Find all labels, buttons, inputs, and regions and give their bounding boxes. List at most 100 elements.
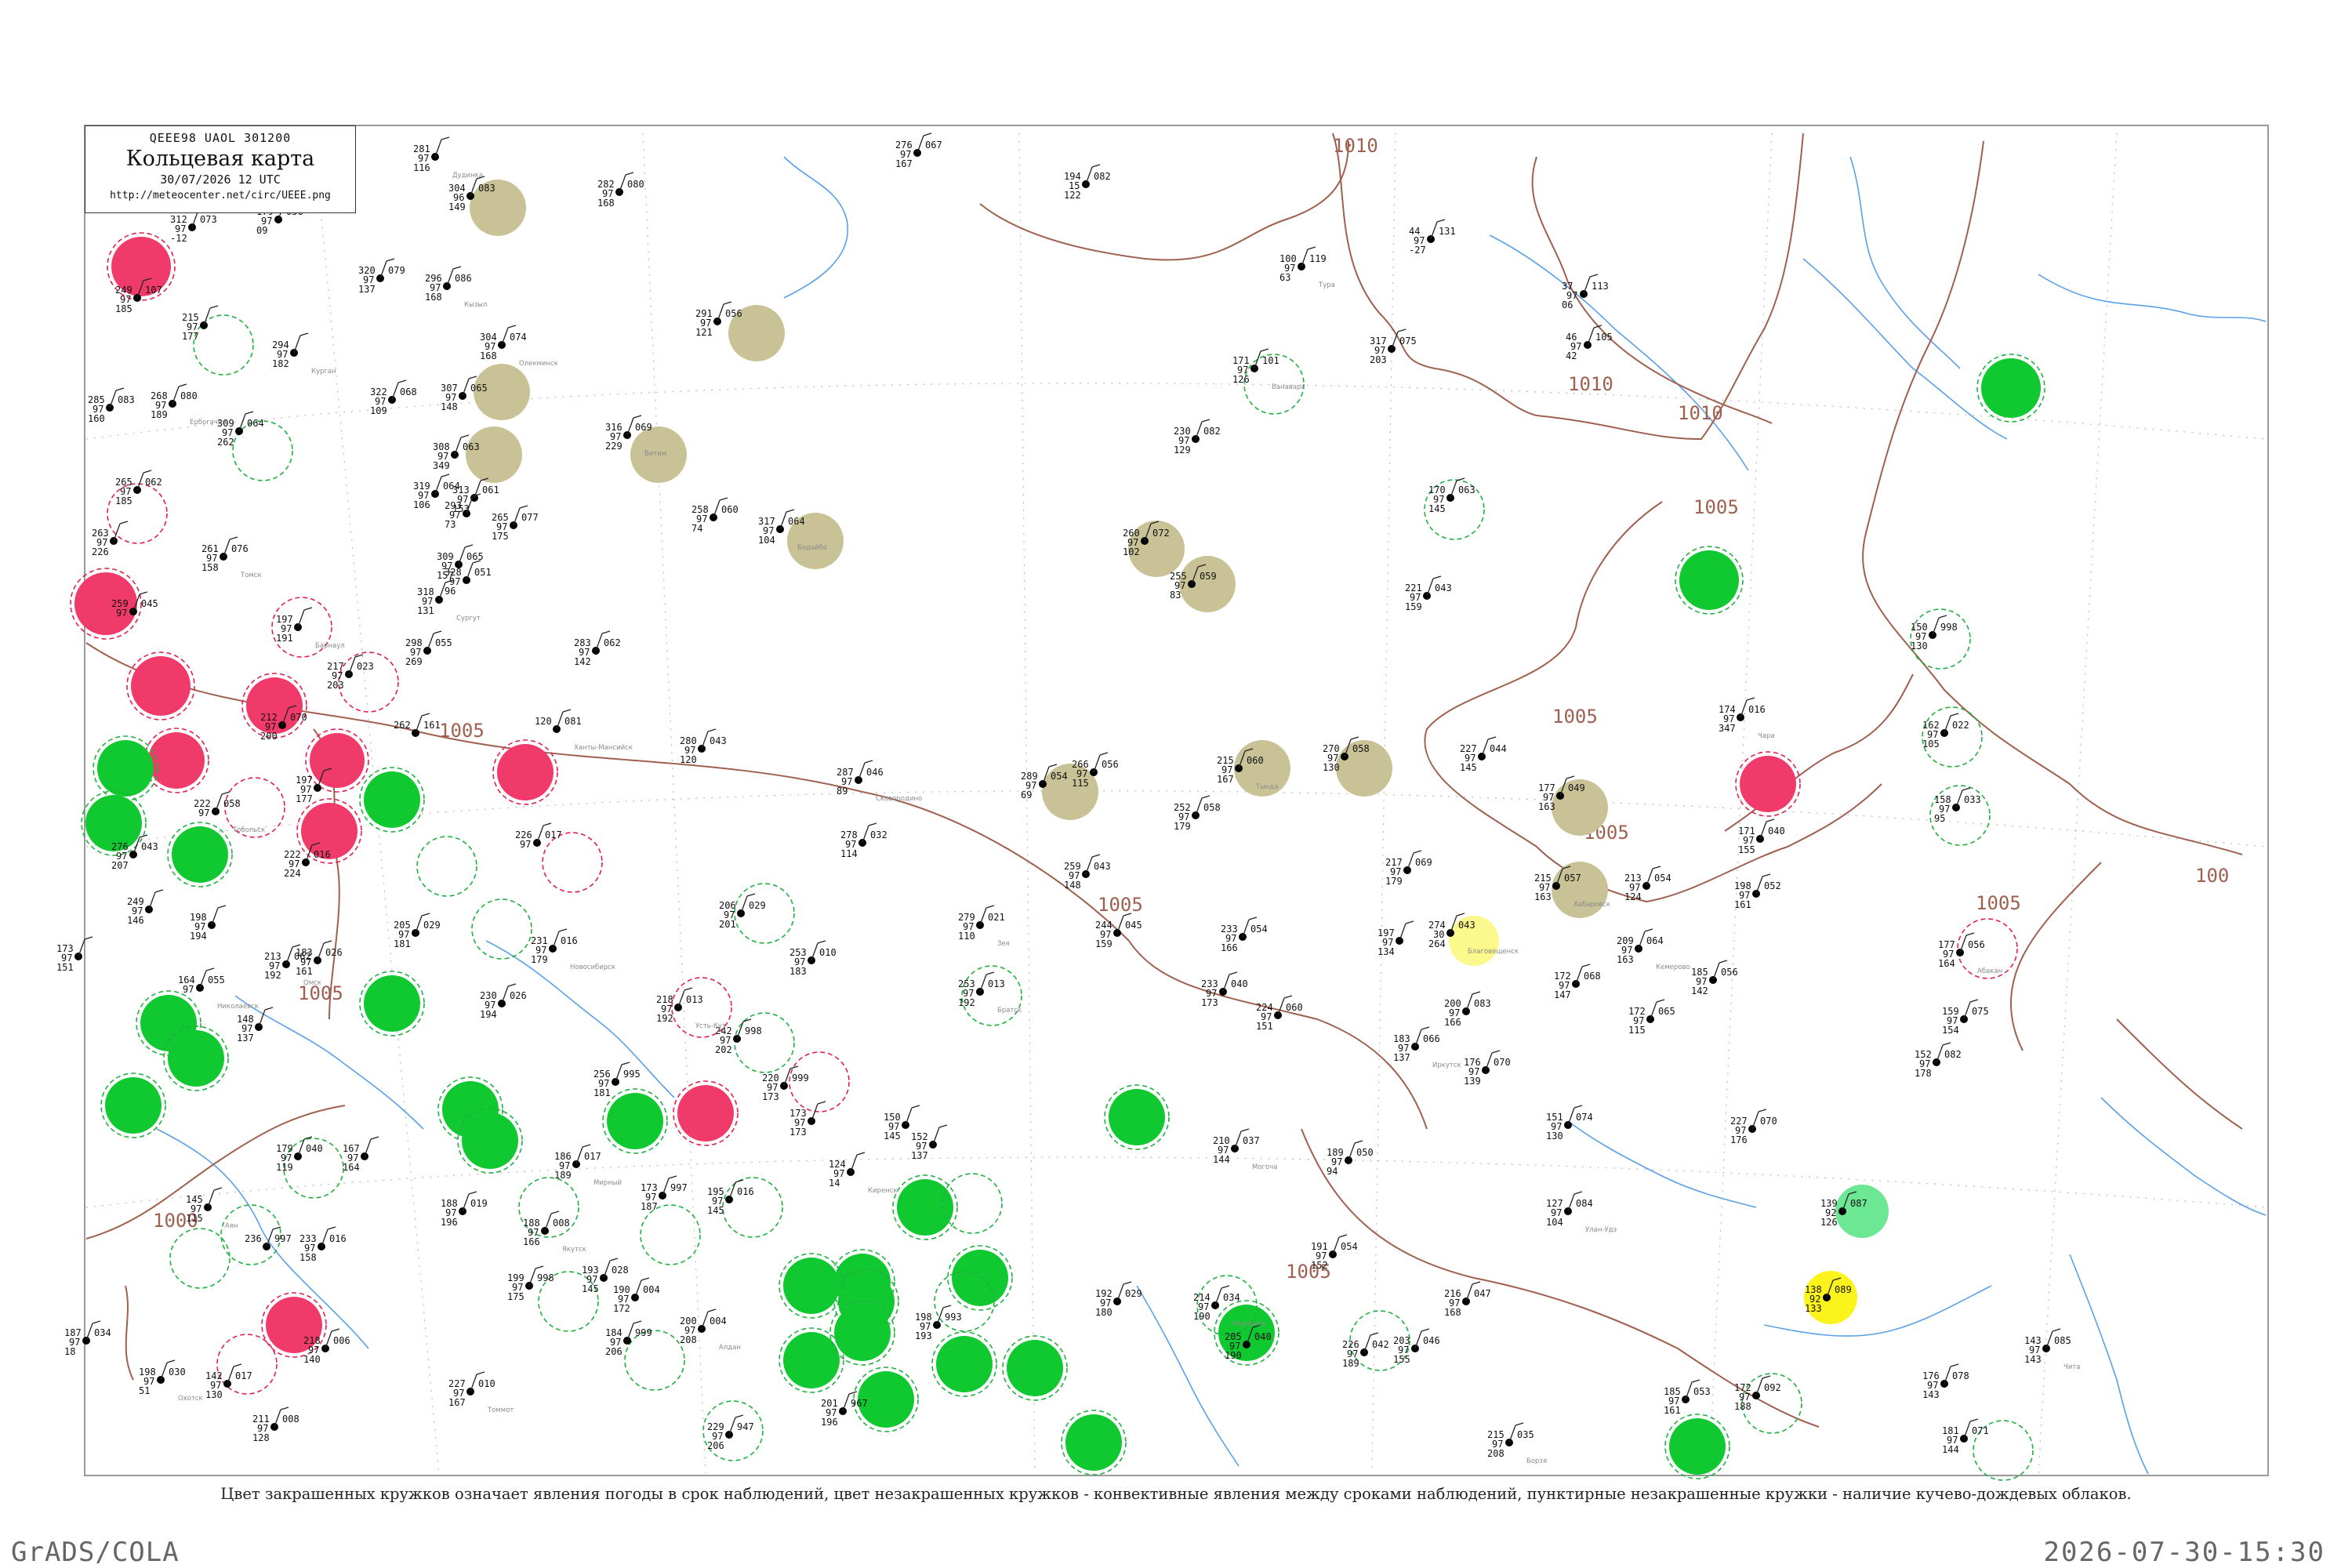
station-dewpoint: 168 xyxy=(425,292,442,303)
station-dewpoint: 175 xyxy=(507,1291,524,1302)
station-name: Витим xyxy=(644,450,666,458)
station-dewpoint: 146 xyxy=(127,915,144,926)
station-pressure: 082 xyxy=(1944,1049,1962,1060)
station-pressure: 087 xyxy=(1850,1198,1867,1209)
station-dewpoint: 179 xyxy=(1174,821,1191,832)
station-pressure: 947 xyxy=(737,1421,754,1432)
station-pressure: 113 xyxy=(1592,281,1609,292)
station-dewpoint: 176 xyxy=(1730,1134,1748,1145)
station-dewpoint: 200 xyxy=(260,731,278,742)
station-name: Охотск xyxy=(178,1395,203,1403)
station-pressure: 066 xyxy=(1423,1033,1440,1044)
station-dewpoint: 161 xyxy=(1664,1405,1681,1416)
station-pressure: 016 xyxy=(561,935,578,946)
station-dewpoint: 269 xyxy=(405,656,423,667)
station-pressure: 052 xyxy=(1764,880,1781,891)
station-dewpoint: 06 xyxy=(1562,299,1573,310)
station-dewpoint: 131 xyxy=(417,605,434,616)
station-dewpoint: 96 xyxy=(445,586,456,597)
station-dewpoint: 144 xyxy=(1942,1444,1959,1455)
station-pressure: 056 xyxy=(1968,939,1985,950)
station-pressure: 997 xyxy=(670,1182,688,1193)
station-dewpoint: 147 xyxy=(1554,989,1571,1000)
station-dewpoint: 151 xyxy=(1256,1021,1273,1032)
station-dewpoint: 226 xyxy=(92,546,109,557)
station-pressure: 069 xyxy=(635,422,652,433)
station-pressure: 075 xyxy=(1399,336,1417,347)
station-dewpoint: 175 xyxy=(492,531,509,542)
station-pressure: 029 xyxy=(423,920,441,931)
station-dewpoint: 188 xyxy=(1734,1401,1751,1412)
station-name: Кызыл xyxy=(464,301,487,309)
station-pressure: 993 xyxy=(945,1312,962,1323)
station-dewpoint: 177 xyxy=(296,793,313,804)
station-name: Чита xyxy=(2063,1363,2081,1371)
station-name: Иркутск xyxy=(1432,1062,1461,1069)
station-pressure: 161 xyxy=(423,720,441,731)
station-name: Абакан xyxy=(1977,967,2002,975)
station-dewpoint: 172 xyxy=(613,1303,630,1314)
station-name: Зея xyxy=(997,940,1010,948)
station-pressure: 075 xyxy=(1972,1006,1989,1017)
station-dewpoint: 160 xyxy=(88,413,105,424)
station-pressure: 054 xyxy=(1250,924,1268,935)
station-pressure: 046 xyxy=(866,767,884,778)
station-pressure: 034 xyxy=(1223,1292,1240,1303)
station-pressure: 056 xyxy=(725,308,742,319)
station-pressure: 107 xyxy=(145,285,162,296)
station-dewpoint: 51 xyxy=(139,1385,150,1396)
station-dewpoint: 189 xyxy=(1342,1358,1359,1369)
station-pressure: 089 xyxy=(1835,1284,1852,1295)
station-dewpoint: 115 xyxy=(186,1213,203,1224)
station-dewpoint: 145 xyxy=(1460,762,1477,773)
source-url: http://meteocenter.net/circ/UEEE.png xyxy=(110,190,331,201)
station-dewpoint: 133 xyxy=(1805,1303,1822,1314)
station-dewpoint: 83 xyxy=(1170,590,1181,601)
station-pressure: 072 xyxy=(1152,528,1170,539)
station-name: Могоча xyxy=(1252,1163,1277,1171)
isobar-label: 1010 xyxy=(1568,373,1613,395)
station-pressure: 016 xyxy=(1748,704,1766,715)
station-name: Барнаул xyxy=(315,642,345,650)
station-name: Мирный xyxy=(593,1179,622,1187)
station-dewpoint: 194 xyxy=(480,1009,497,1020)
station-dewpoint: 124 xyxy=(1624,891,1642,902)
station-pressure: 076 xyxy=(231,543,249,554)
isobar-label: 1010 xyxy=(1678,402,1723,424)
station-dewpoint: 114 xyxy=(840,848,858,859)
station-pressure: 010 xyxy=(478,1378,495,1389)
station-pressure: 085 xyxy=(2054,1335,2071,1346)
station-dewpoint: 166 xyxy=(1221,942,1238,953)
station-dewpoint: 167 xyxy=(1217,774,1234,785)
station-dewpoint: 229 xyxy=(605,441,622,452)
report-codes: QEEE98 UAOL 301200 xyxy=(149,131,292,145)
station-dewpoint: 161 xyxy=(296,966,313,977)
station-pressure: 997 xyxy=(274,1233,292,1244)
station-dewpoint: 166 xyxy=(1444,1017,1461,1028)
station-pressure: 995 xyxy=(623,1069,641,1080)
station-name: Нерчинск xyxy=(1232,1320,1266,1328)
station-pressure: 074 xyxy=(1576,1112,1593,1123)
station-dewpoint: 166 xyxy=(523,1236,540,1247)
station-name: Николаевск xyxy=(217,1003,259,1011)
station-pressure: 032 xyxy=(870,829,887,840)
station-dewpoint: 137 xyxy=(237,1033,254,1044)
station-name: Новосибирск xyxy=(570,964,615,971)
station-pressure: 081 xyxy=(564,716,582,727)
station-pressure: 998 xyxy=(745,1025,762,1036)
station-pressure: 067 xyxy=(925,140,942,151)
station-dewpoint: 192 xyxy=(264,970,281,981)
isobar-label: 1005 xyxy=(1552,706,1598,728)
station-pressure: 063 xyxy=(1458,485,1475,495)
station-pressure: 019 xyxy=(470,1198,488,1209)
station-dewpoint: 181 xyxy=(394,938,411,949)
station-pressure: 022 xyxy=(1952,720,1969,731)
station-dewpoint: 349 xyxy=(433,460,450,471)
station-name: Якутск xyxy=(562,1246,586,1254)
legend-note: Цвет закрашенных кружков означает явлени… xyxy=(220,1485,2132,1503)
station-dewpoint: 177 xyxy=(182,331,199,342)
station-pressure: 070 xyxy=(1494,1057,1511,1068)
station-pressure: 040 xyxy=(306,1143,323,1154)
station-pressure: 008 xyxy=(553,1218,570,1229)
station-dewpoint: 189 xyxy=(151,409,168,420)
